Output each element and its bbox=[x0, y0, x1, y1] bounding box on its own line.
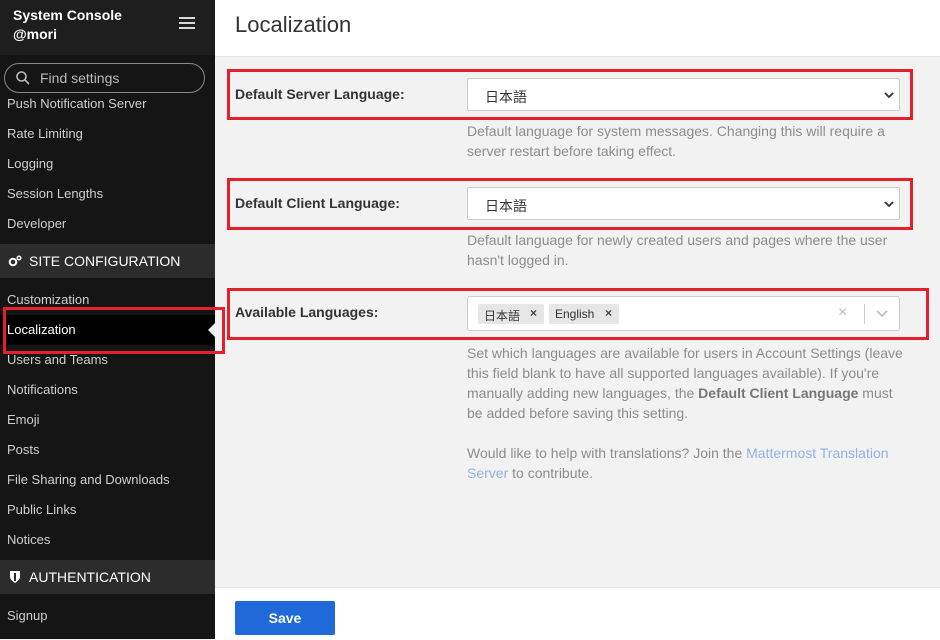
sidebar-item-session-lengths[interactable]: Session Lengths bbox=[7, 186, 103, 201]
chip-label: 日本語 bbox=[484, 309, 521, 323]
sidebar-item-rate-limiting[interactable]: Rate Limiting bbox=[7, 126, 83, 141]
sidebar-item-localization-active[interactable]: Localization bbox=[0, 315, 215, 345]
search-input[interactable] bbox=[40, 68, 195, 88]
sidebar-item-notices[interactable]: Notices bbox=[7, 532, 50, 547]
separator bbox=[864, 304, 865, 324]
sidebar-item-localization[interactable]: Localization bbox=[7, 322, 76, 337]
sidebar-item-posts[interactable]: Posts bbox=[7, 442, 40, 457]
gears-icon bbox=[8, 255, 22, 267]
client-language-select[interactable]: 日本語 bbox=[467, 187, 900, 220]
clear-all-icon[interactable]: × bbox=[838, 304, 847, 322]
sidebar-header: System Console @mori bbox=[0, 0, 215, 55]
help-bold-text: Default Client Language bbox=[698, 385, 859, 401]
main-content: Localization Default Server Language: 日本… bbox=[215, 0, 940, 640]
sidebar-item-notifications[interactable]: Notifications bbox=[7, 382, 78, 397]
hamburger-menu-icon[interactable] bbox=[179, 17, 195, 29]
sidebar-item-customization[interactable]: Customization bbox=[7, 292, 89, 307]
settings-search[interactable] bbox=[4, 63, 205, 93]
section-site-configuration: SITE CONFIGURATION bbox=[0, 244, 215, 278]
language-chip-english: English × bbox=[549, 304, 619, 324]
remove-chip-icon[interactable]: × bbox=[605, 306, 612, 320]
sidebar-item-push-notification-server[interactable]: Push Notification Server bbox=[7, 96, 146, 111]
chevron-down-icon[interactable] bbox=[876, 309, 888, 319]
active-indicator bbox=[208, 323, 215, 337]
sidebar-item-file-sharing[interactable]: File Sharing and Downloads bbox=[7, 472, 170, 487]
sidebar-item-signup[interactable]: Signup bbox=[7, 608, 47, 623]
available-languages-label: Available Languages: bbox=[235, 304, 379, 320]
sidebar-item-users-and-teams[interactable]: Users and Teams bbox=[7, 352, 108, 367]
available-languages-multiselect[interactable]: 日本語 × English × × bbox=[467, 296, 900, 331]
page-title: Localization bbox=[235, 12, 352, 37]
section-label: AUTHENTICATION bbox=[29, 569, 151, 585]
sidebar-item-emoji[interactable]: Emoji bbox=[7, 412, 40, 427]
client-language-label: Default Client Language: bbox=[235, 195, 400, 211]
client-language-help: Default language for newly created users… bbox=[467, 232, 888, 268]
section-authentication: AUTHENTICATION bbox=[0, 560, 215, 594]
page-header: Localization bbox=[215, 0, 940, 57]
footer: Save bbox=[215, 587, 940, 640]
sidebar-item-public-links[interactable]: Public Links bbox=[7, 502, 76, 517]
available-languages-help: Set which languages are available for us… bbox=[467, 343, 907, 423]
remove-chip-icon[interactable]: × bbox=[530, 306, 537, 320]
client-language-value: 日本語 bbox=[485, 198, 527, 214]
search-icon bbox=[16, 71, 30, 85]
language-chip-japanese: 日本語 × bbox=[478, 304, 544, 324]
chevron-down-icon bbox=[884, 201, 894, 208]
server-language-select[interactable]: 日本語 bbox=[467, 78, 900, 111]
sidebar-item-logging[interactable]: Logging bbox=[7, 156, 53, 171]
server-language-value: 日本語 bbox=[485, 89, 527, 105]
server-language-label: Default Server Language: bbox=[235, 86, 405, 102]
shield-icon bbox=[10, 571, 20, 583]
help-text: to contribute. bbox=[508, 465, 594, 481]
server-language-help: Default language for system messages. Ch… bbox=[467, 123, 885, 159]
sidebar: System Console @mori Push Notification S… bbox=[0, 0, 215, 639]
chevron-down-icon bbox=[884, 92, 894, 99]
username: @mori bbox=[13, 26, 57, 42]
sidebar-item-developer[interactable]: Developer bbox=[7, 216, 66, 231]
app-title: System Console bbox=[13, 7, 122, 23]
chip-label: English bbox=[555, 307, 595, 321]
help-text: Would like to help with translations? Jo… bbox=[467, 445, 747, 461]
translation-help: Would like to help with translations? Jo… bbox=[467, 443, 907, 483]
section-label: SITE CONFIGURATION bbox=[29, 253, 181, 269]
save-button[interactable]: Save bbox=[235, 601, 335, 635]
